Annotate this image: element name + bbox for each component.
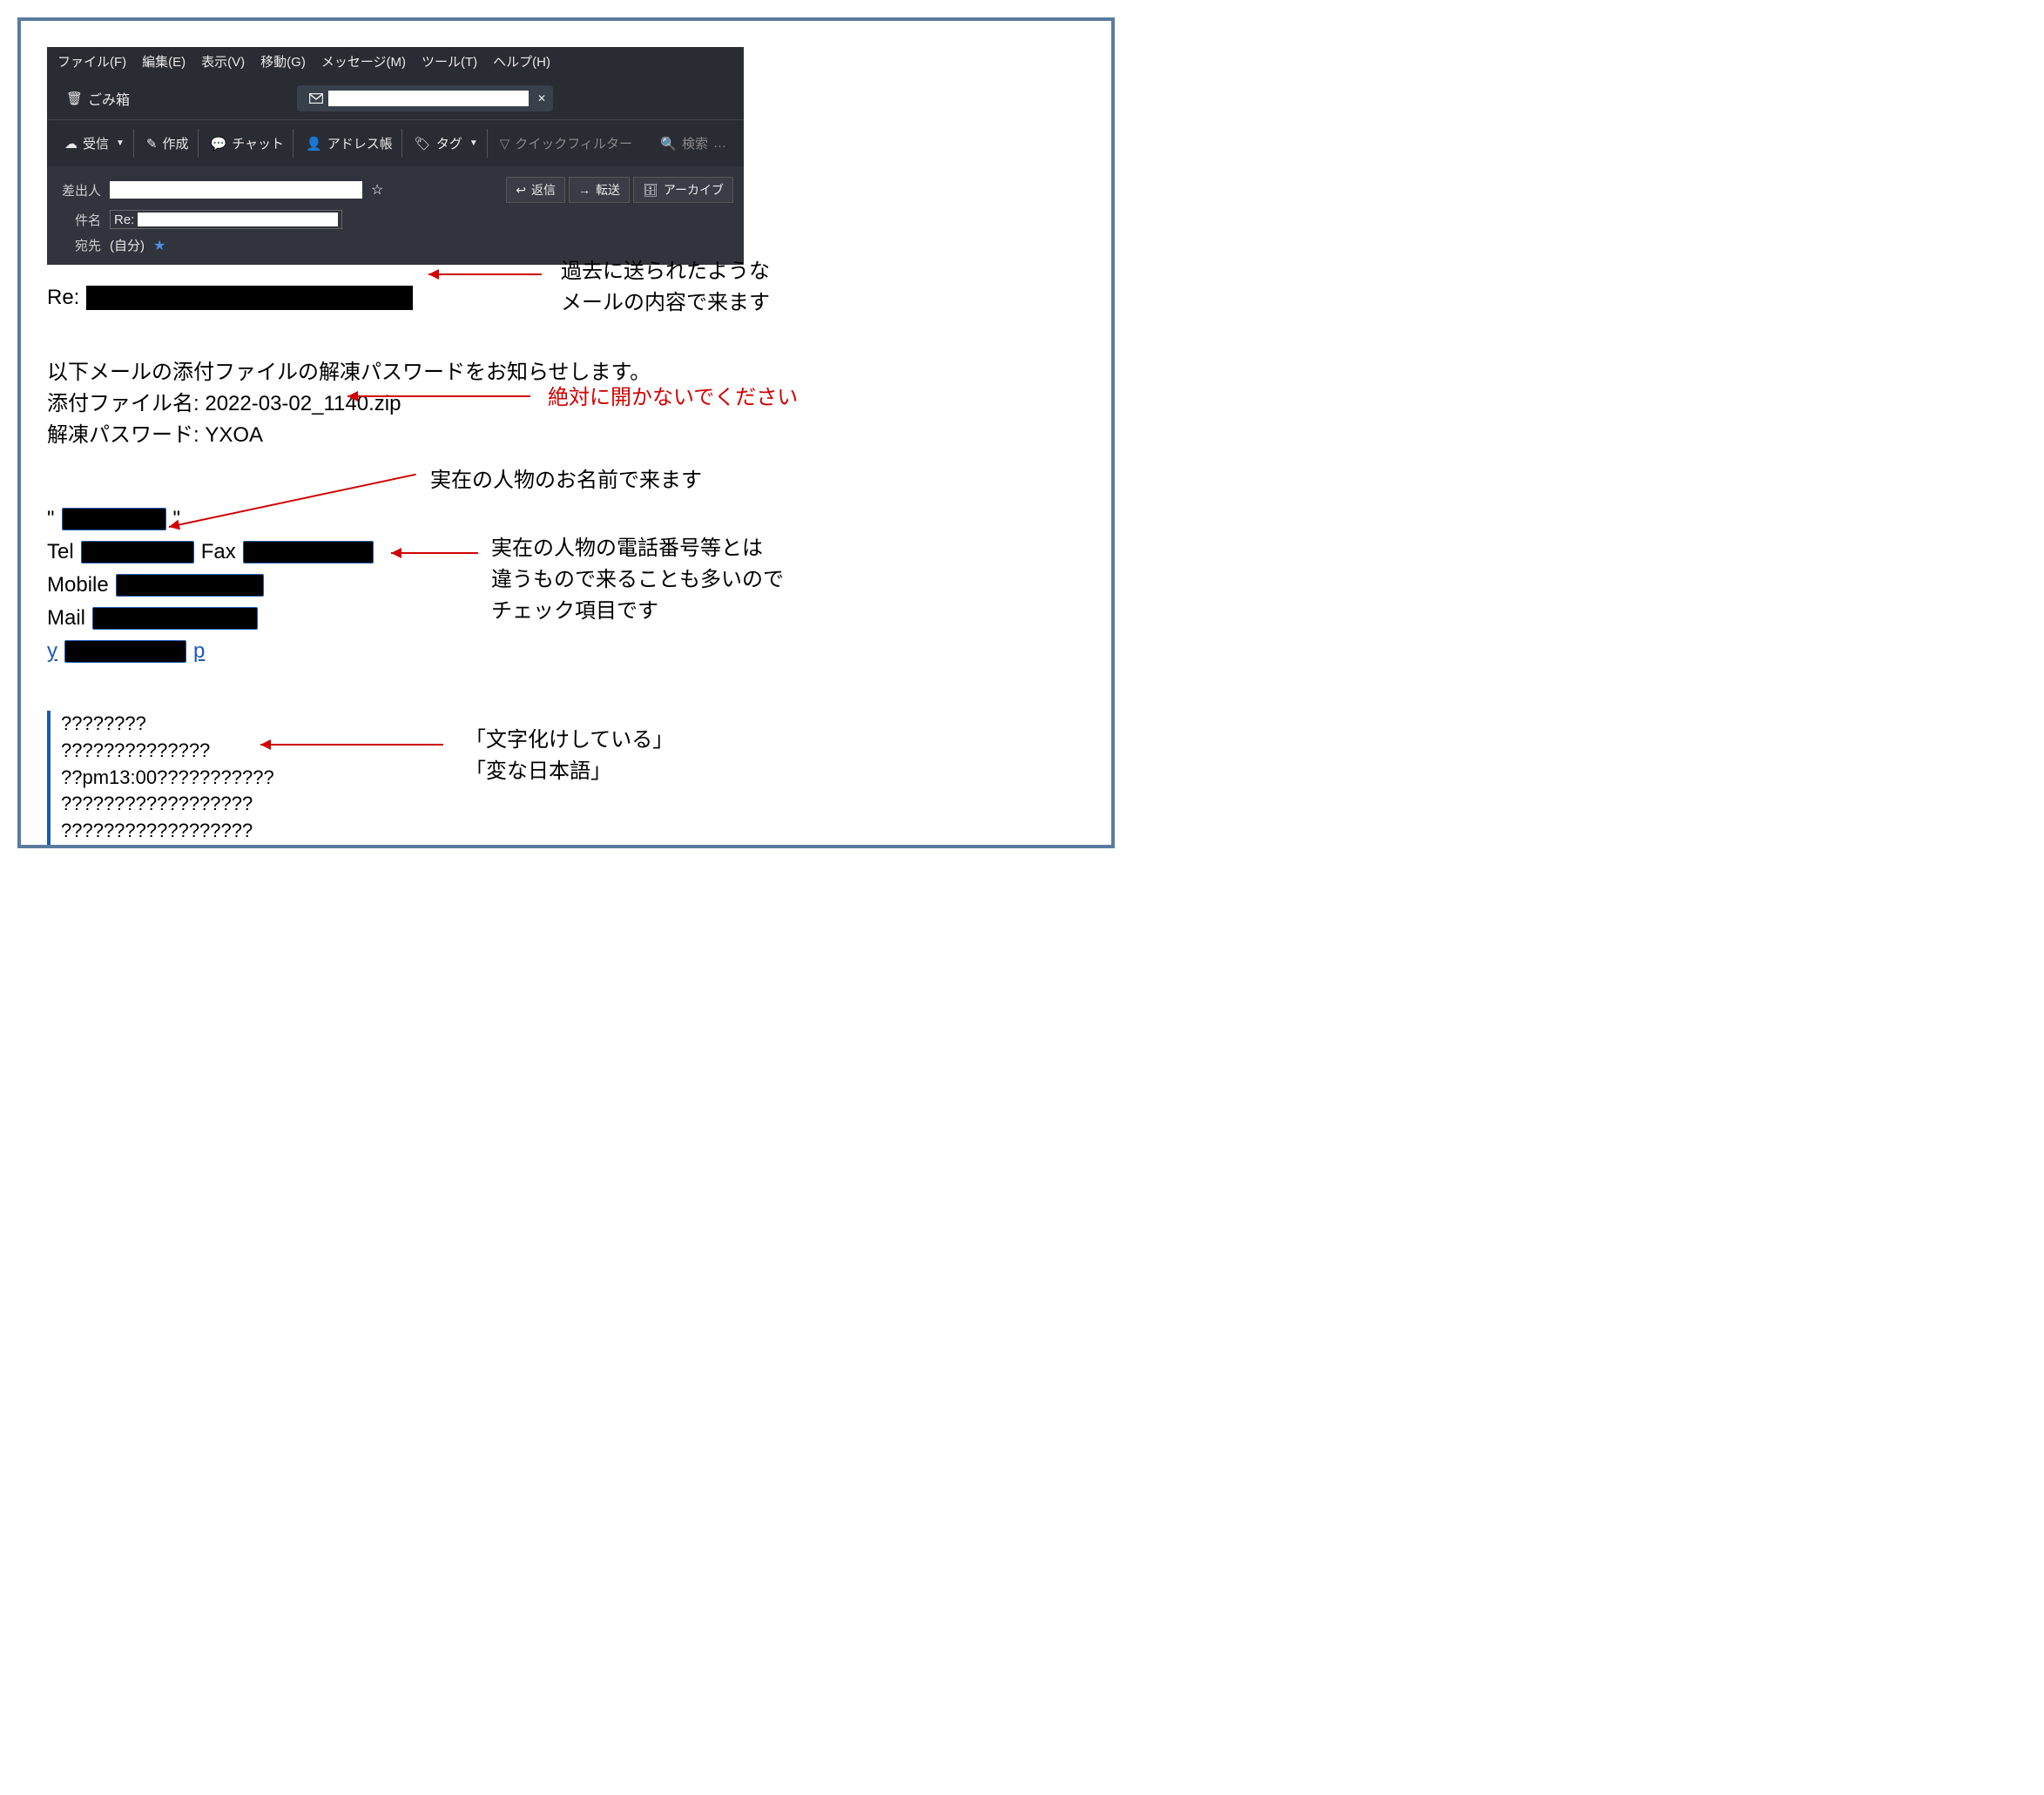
search-label: 検索: [682, 134, 708, 152]
email-client: ファイル(F) 編集(E) 表示(V) 移動(G) メッセージ(M) ツール(T…: [47, 47, 744, 265]
forward-button[interactable]: → 転送: [569, 177, 630, 203]
subject-prefix: Re:: [114, 213, 134, 227]
quoted-line: ??????????????????: [61, 818, 1085, 845]
receive-label: 受信: [83, 134, 109, 152]
chevron-down-icon: ▼: [116, 138, 125, 148]
receive-button[interactable]: ☁ 受信 ▼: [56, 129, 134, 158]
fax-label: Fax: [201, 536, 236, 568]
mail-label: Mail: [47, 603, 85, 634]
trash-icon: 🗑: [66, 91, 83, 106]
link-start[interactable]: y: [47, 636, 57, 667]
compose-label: 作成: [163, 134, 189, 152]
addressbook-icon: 👤: [306, 136, 322, 152]
search-icon: 🔍: [660, 136, 677, 152]
menu-message[interactable]: メッセージ(M): [321, 52, 406, 71]
menu-tools[interactable]: ツール(T): [422, 52, 477, 71]
chat-icon: 💬: [211, 136, 227, 152]
menu-edit[interactable]: 編集(E): [142, 52, 186, 71]
tel-label: Tel: [47, 536, 74, 568]
message-header: 差出人 ☆ ↩ 返信 → 転送 🗄 アーカイブ 件名 Re:: [47, 166, 744, 265]
addressbook-button[interactable]: 👤 アドレス帳: [297, 129, 402, 158]
tab-trash[interactable]: 🗑 ごみ箱: [54, 83, 142, 114]
quickfilter-label: クイックフィルター: [515, 134, 632, 152]
search-box[interactable]: 🔍 検索 …: [651, 129, 735, 158]
menu-file[interactable]: ファイル(F): [57, 52, 126, 71]
link-end[interactable]: p: [193, 636, 205, 667]
mobile-redacted: [116, 574, 264, 597]
tel-redacted: [81, 541, 194, 563]
arrow-1: [428, 273, 542, 275]
menu-view[interactable]: 表示(V): [201, 52, 245, 71]
outer-frame: ファイル(F) 編集(E) 表示(V) 移動(G) メッセージ(M) ツール(T…: [17, 17, 1115, 848]
tab-trash-label: ごみ箱: [88, 88, 130, 109]
tab-message[interactable]: ✕: [297, 85, 553, 111]
annotation-3: 実在の人物のお名前で来ます: [430, 465, 702, 496]
password-value: YXOA: [205, 423, 263, 447]
subject-redacted: [86, 286, 413, 310]
tag-label: タグ: [436, 134, 462, 152]
archive-button[interactable]: 🗄 アーカイブ: [633, 177, 733, 203]
annotation-5: 「文字化けしている」 「変な日本語」: [465, 725, 673, 787]
annotation-4: 実在の人物の電話番号等とは 違うもので来ることも多いので チェック項目です: [491, 533, 784, 627]
quoted-line: ??????????????????: [61, 791, 1085, 818]
mail-redacted: [92, 607, 258, 630]
pencil-icon: ✎: [146, 136, 158, 152]
reply-icon: ↩: [516, 183, 526, 198]
re-prefix: Re:: [47, 282, 79, 314]
content-wrap: ファイル(F) 編集(E) 表示(V) 移動(G) メッセージ(M) ツール(T…: [47, 47, 1085, 845]
receive-icon: ☁: [64, 136, 78, 152]
chat-label: チャット: [232, 134, 284, 152]
tag-button[interactable]: 🏷 タグ ▼: [406, 129, 488, 158]
quickfilter-button[interactable]: ▽ クイックフィルター: [491, 129, 641, 158]
url-redacted: [64, 640, 186, 663]
attach-label: 添付ファイル名:: [47, 392, 199, 415]
close-icon[interactable]: ✕: [537, 92, 546, 105]
chat-button[interactable]: 💬 チャット: [202, 129, 294, 158]
forward-icon: →: [578, 183, 590, 197]
password-label: 解凍パスワード:: [47, 423, 199, 447]
fax-redacted: [243, 541, 374, 563]
name-redacted: [62, 508, 166, 530]
subject-redacted: [138, 213, 338, 226]
arrow-2: [347, 395, 530, 397]
reply-label: 返信: [531, 181, 556, 199]
quote-open: ": [47, 503, 55, 535]
annotation-2: 絶対に開かないでください: [548, 382, 798, 414]
from-label: 差出人: [57, 181, 101, 199]
mobile-label: Mobile: [47, 570, 109, 601]
addressbook-label: アドレス帳: [327, 134, 393, 152]
to-value: (自分): [110, 236, 145, 254]
forward-label: 転送: [596, 181, 620, 199]
menu-go[interactable]: 移動(G): [260, 52, 306, 71]
sig-url-line: y p: [47, 636, 1085, 667]
annotation-1: 過去に送られたような メールの内容で来ます: [561, 256, 770, 319]
filter-icon: ▽: [500, 136, 510, 152]
chevron-down-icon: ▼: [469, 138, 478, 148]
archive-label: アーカイブ: [664, 181, 724, 199]
compose-button[interactable]: ✎ 作成: [138, 129, 199, 158]
from-value-redacted: [110, 181, 362, 199]
tag-icon: 🏷: [415, 136, 431, 152]
envelope-icon: [309, 93, 323, 104]
reply-button[interactable]: ↩ 返信: [506, 177, 565, 203]
star-fill-icon[interactable]: ★: [153, 237, 165, 254]
tab-message-redacted: [328, 91, 529, 106]
tabs-row: 🗑 ごみ箱 ✕: [47, 76, 744, 119]
archive-icon: 🗄: [643, 183, 658, 198]
toolbar: ☁ 受信 ▼ ✎ 作成 💬 チャット 👤 アドレス帳 🏷: [47, 119, 744, 166]
action-buttons: ↩ 返信 → 転送 🗄 アーカイブ: [506, 177, 733, 203]
menu-help[interactable]: ヘルプ(H): [493, 52, 550, 71]
arrow-4: [391, 552, 478, 554]
star-icon[interactable]: ☆: [371, 181, 383, 199]
menubar: ファイル(F) 編集(E) 表示(V) 移動(G) メッセージ(M) ツール(T…: [47, 47, 744, 76]
subject-value: Re:: [110, 210, 342, 229]
arrow-5: [260, 744, 443, 746]
to-label: 宛先: [57, 236, 101, 254]
password-line: 解凍パスワード: YXOA: [47, 420, 1085, 451]
subject-label: 件名: [57, 211, 101, 229]
